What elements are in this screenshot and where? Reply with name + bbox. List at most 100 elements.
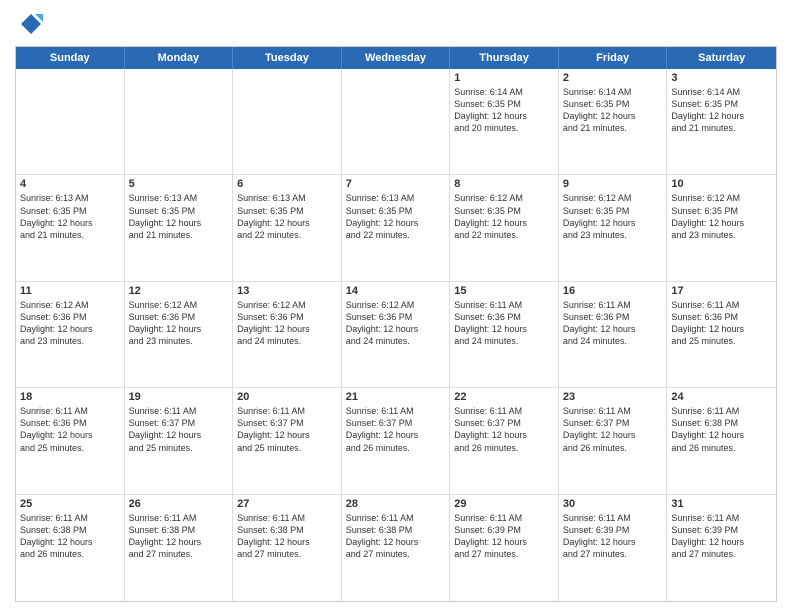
- day-number: 9: [563, 178, 663, 190]
- calendar-cell: 18Sunrise: 6:11 AM Sunset: 6:36 PM Dayli…: [16, 388, 125, 493]
- cell-info: Sunrise: 6:12 AM Sunset: 6:36 PM Dayligh…: [20, 299, 120, 348]
- calendar-cell: 4 Sunrise: 6:13 AM Sunset: 6:35 PM Daylig…: [16, 175, 125, 280]
- calendar-cell: 27Sunrise: 6:11 AM Sunset: 6:38 PM Dayli…: [233, 495, 342, 601]
- day-number: 11: [20, 285, 120, 297]
- cell-info: Sunrise: 6:14 AM Sunset: 6:35 PM Dayligh…: [454, 86, 554, 135]
- day-number: 4: [20, 178, 120, 190]
- calendar-cell: 25 Sunrise: 6:11 AM Sunset: 6:38 PM Dayli…: [16, 495, 125, 601]
- calendar-body: 1Sunrise: 6:14 AM Sunset: 6:35 PM Daylig…: [16, 69, 776, 601]
- cell-info: Sunrise: 6:13 AM Sunset: 6:35 PM Dayligh…: [129, 192, 229, 241]
- calendar-cell: 14 Sunrise: 6:12 AM Sunset: 6:36 PM Dayli…: [342, 282, 451, 387]
- day-number: 2: [563, 72, 663, 84]
- calendar-cell: 17 Sunrise: 6:11 AM Sunset: 6:36 PM Dayli…: [667, 282, 776, 387]
- day-number: 25: [20, 498, 120, 510]
- day-number: 30: [563, 498, 663, 510]
- header: [15, 10, 777, 38]
- cell-info: Sunrise: 6:11 AM Sunset: 6:38 PM Dayligh…: [129, 512, 229, 561]
- calendar-cell: 3 Sunrise: 6:14 AM Sunset: 6:35 PM Daylig…: [667, 69, 776, 174]
- cell-info: Sunrise: 6:11 AM Sunset: 6:37 PM Dayligh…: [346, 405, 446, 454]
- cell-info: Sunrise: 6:12 AM Sunset: 6:36 PM Dayligh…: [237, 299, 337, 348]
- calendar-cell: 12 Sunrise: 6:12 AM Sunset: 6:36 PM Dayli…: [125, 282, 234, 387]
- cell-info: Sunrise: 6:12 AM Sunset: 6:35 PM Dayligh…: [563, 192, 663, 241]
- day-number: 16: [563, 285, 663, 297]
- calendar-cell: 7 Sunrise: 6:13 AM Sunset: 6:35 PM Daylig…: [342, 175, 451, 280]
- day-number: 3: [671, 72, 772, 84]
- cell-info: Sunrise: 6:11 AM Sunset: 6:37 PM Dayligh…: [237, 405, 337, 454]
- calendar-week: 11 Sunrise: 6:12 AM Sunset: 6:36 PM Dayli…: [16, 282, 776, 388]
- calendar-cell: 8 Sunrise: 6:12 AM Sunset: 6:35 PM Daylig…: [450, 175, 559, 280]
- cell-info: Sunrise: 6:11 AM Sunset: 6:36 PM Dayligh…: [671, 299, 772, 348]
- calendar-cell: 13 Sunrise: 6:12 AM Sunset: 6:36 PM Dayli…: [233, 282, 342, 387]
- cell-info: Sunrise: 6:11 AM Sunset: 6:39 PM Dayligh…: [671, 512, 772, 561]
- cell-info: Sunrise: 6:11 AM Sunset: 6:38 PM Dayligh…: [20, 512, 120, 561]
- cell-info: Sunrise: 6:11 AM Sunset: 6:36 PM Dayligh…: [20, 405, 120, 454]
- day-number: 29: [454, 498, 554, 510]
- day-number: 14: [346, 285, 446, 297]
- calendar-week: 18Sunrise: 6:11 AM Sunset: 6:36 PM Dayli…: [16, 388, 776, 494]
- day-number: 26: [129, 498, 229, 510]
- calendar-cell: 20 Sunrise: 6:11 AM Sunset: 6:37 PM Dayli…: [233, 388, 342, 493]
- day-number: 19: [129, 391, 229, 403]
- day-number: 31: [671, 498, 772, 510]
- cell-info: Sunrise: 6:11 AM Sunset: 6:38 PM Dayligh…: [346, 512, 446, 561]
- calendar-cell: 21 Sunrise: 6:11 AM Sunset: 6:37 PM Dayli…: [342, 388, 451, 493]
- cell-info: Sunrise: 6:11 AM Sunset: 6:37 PM Dayligh…: [563, 405, 663, 454]
- calendar-cell: 31 Sunrise: 6:11 AM Sunset: 6:39 PM Dayli…: [667, 495, 776, 601]
- calendar-cell: 1Sunrise: 6:14 AM Sunset: 6:35 PM Daylig…: [450, 69, 559, 174]
- cell-info: Sunrise: 6:11 AM Sunset: 6:37 PM Dayligh…: [454, 405, 554, 454]
- calendar-cell: [342, 69, 451, 174]
- cell-info: Sunrise: 6:13 AM Sunset: 6:35 PM Dayligh…: [20, 192, 120, 241]
- calendar-cell: 28 Sunrise: 6:11 AM Sunset: 6:38 PM Dayli…: [342, 495, 451, 601]
- cell-info: Sunrise: 6:13 AM Sunset: 6:35 PM Dayligh…: [237, 192, 337, 241]
- calendar: SundayMondayTuesdayWednesdayThursdayFrid…: [15, 46, 777, 602]
- cell-info: Sunrise: 6:11 AM Sunset: 6:38 PM Dayligh…: [237, 512, 337, 561]
- calendar-cell: [16, 69, 125, 174]
- calendar-cell: 15Sunrise: 6:11 AM Sunset: 6:36 PM Dayli…: [450, 282, 559, 387]
- logo-icon: [15, 10, 43, 38]
- day-number: 28: [346, 498, 446, 510]
- cell-info: Sunrise: 6:14 AM Sunset: 6:35 PM Dayligh…: [671, 86, 772, 135]
- day-number: 15: [454, 285, 554, 297]
- day-number: 23: [563, 391, 663, 403]
- day-number: 24: [671, 391, 772, 403]
- day-number: 8: [454, 178, 554, 190]
- header-day: Monday: [125, 47, 234, 69]
- header-day: Sunday: [16, 47, 125, 69]
- calendar-week: 25 Sunrise: 6:11 AM Sunset: 6:38 PM Dayli…: [16, 495, 776, 601]
- day-number: 5: [129, 178, 229, 190]
- calendar-header: SundayMondayTuesdayWednesdayThursdayFrid…: [16, 47, 776, 69]
- day-number: 7: [346, 178, 446, 190]
- cell-info: Sunrise: 6:11 AM Sunset: 6:39 PM Dayligh…: [454, 512, 554, 561]
- day-number: 20: [237, 391, 337, 403]
- calendar-cell: 23 Sunrise: 6:11 AM Sunset: 6:37 PM Dayli…: [559, 388, 668, 493]
- header-day: Thursday: [450, 47, 559, 69]
- calendar-cell: 10Sunrise: 6:12 AM Sunset: 6:35 PM Dayli…: [667, 175, 776, 280]
- calendar-cell: 5 Sunrise: 6:13 AM Sunset: 6:35 PM Daylig…: [125, 175, 234, 280]
- day-number: 12: [129, 285, 229, 297]
- cell-info: Sunrise: 6:12 AM Sunset: 6:36 PM Dayligh…: [346, 299, 446, 348]
- cell-info: Sunrise: 6:13 AM Sunset: 6:35 PM Dayligh…: [346, 192, 446, 241]
- cell-info: Sunrise: 6:12 AM Sunset: 6:35 PM Dayligh…: [454, 192, 554, 241]
- calendar-cell: 16 Sunrise: 6:11 AM Sunset: 6:36 PM Dayli…: [559, 282, 668, 387]
- day-number: 13: [237, 285, 337, 297]
- calendar-cell: 6Sunrise: 6:13 AM Sunset: 6:35 PM Daylig…: [233, 175, 342, 280]
- cell-info: Sunrise: 6:11 AM Sunset: 6:37 PM Dayligh…: [129, 405, 229, 454]
- day-number: 21: [346, 391, 446, 403]
- calendar-cell: 19 Sunrise: 6:11 AM Sunset: 6:37 PM Dayli…: [125, 388, 234, 493]
- calendar-cell: 9 Sunrise: 6:12 AM Sunset: 6:35 PM Daylig…: [559, 175, 668, 280]
- calendar-cell: 29 Sunrise: 6:11 AM Sunset: 6:39 PM Dayli…: [450, 495, 559, 601]
- day-number: 22: [454, 391, 554, 403]
- cell-info: Sunrise: 6:11 AM Sunset: 6:39 PM Dayligh…: [563, 512, 663, 561]
- calendar-week: 4 Sunrise: 6:13 AM Sunset: 6:35 PM Daylig…: [16, 175, 776, 281]
- calendar-cell: [125, 69, 234, 174]
- cell-info: Sunrise: 6:12 AM Sunset: 6:36 PM Dayligh…: [129, 299, 229, 348]
- header-day: Wednesday: [342, 47, 451, 69]
- calendar-cell: [233, 69, 342, 174]
- day-number: 17: [671, 285, 772, 297]
- day-number: 10: [671, 178, 772, 190]
- cell-info: Sunrise: 6:14 AM Sunset: 6:35 PM Dayligh…: [563, 86, 663, 135]
- cell-info: Sunrise: 6:11 AM Sunset: 6:36 PM Dayligh…: [563, 299, 663, 348]
- calendar-cell: 26 Sunrise: 6:11 AM Sunset: 6:38 PM Dayli…: [125, 495, 234, 601]
- header-day: Tuesday: [233, 47, 342, 69]
- calendar-cell: 24Sunrise: 6:11 AM Sunset: 6:38 PM Dayli…: [667, 388, 776, 493]
